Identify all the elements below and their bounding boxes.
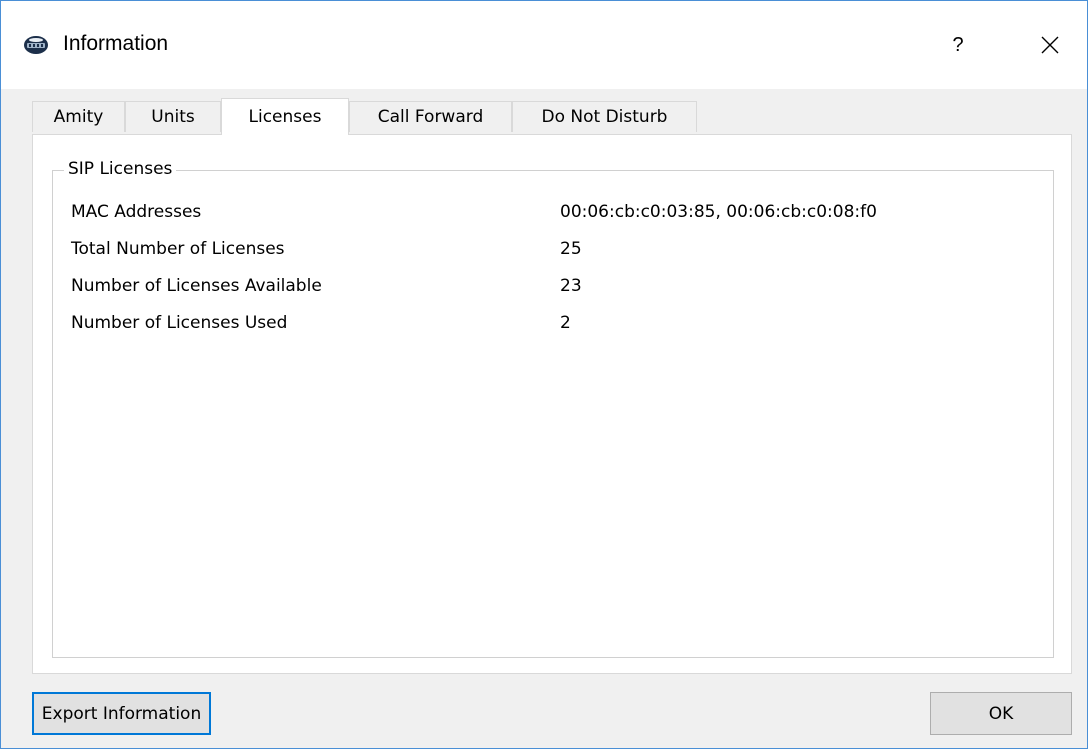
total-licenses-value: 25 xyxy=(560,239,582,259)
mac-addresses-value: 00:06:cb:c0:03:85, 00:06:cb:c0:08:f0 xyxy=(560,202,877,222)
close-icon xyxy=(1041,36,1059,54)
licenses-available-label: Number of Licenses Available xyxy=(71,276,322,296)
close-button[interactable] xyxy=(1027,25,1073,65)
ok-button[interactable]: OK xyxy=(930,692,1072,735)
help-button[interactable]: ? xyxy=(935,25,981,65)
licenses-available-value: 23 xyxy=(560,276,582,296)
groupbox-title: SIP Licenses xyxy=(64,159,177,179)
licenses-tab-panel: SIP Licenses MAC Addresses 00:06:cb:c0:0… xyxy=(32,134,1072,674)
licenses-used-value: 2 xyxy=(560,313,571,333)
tab-call-forward[interactable]: Call Forward xyxy=(349,101,512,132)
licenses-used-label: Number of Licenses Used xyxy=(71,313,288,333)
tab-units[interactable]: Units xyxy=(125,101,221,132)
total-licenses-label: Total Number of Licenses xyxy=(71,239,285,259)
tab-amity[interactable]: Amity xyxy=(32,101,125,132)
tab-do-not-disturb[interactable]: Do Not Disturb xyxy=(512,101,697,132)
phone-system-icon xyxy=(24,36,48,54)
mac-addresses-label: MAC Addresses xyxy=(71,202,202,222)
tab-licenses[interactable]: Licenses xyxy=(221,98,349,135)
information-dialog: Information ? Amity Units Licenses Call … xyxy=(0,0,1088,749)
window-title: Information xyxy=(63,32,169,55)
export-information-button[interactable]: Export Information xyxy=(32,692,211,735)
title-bar: Information ? xyxy=(1,1,1087,89)
